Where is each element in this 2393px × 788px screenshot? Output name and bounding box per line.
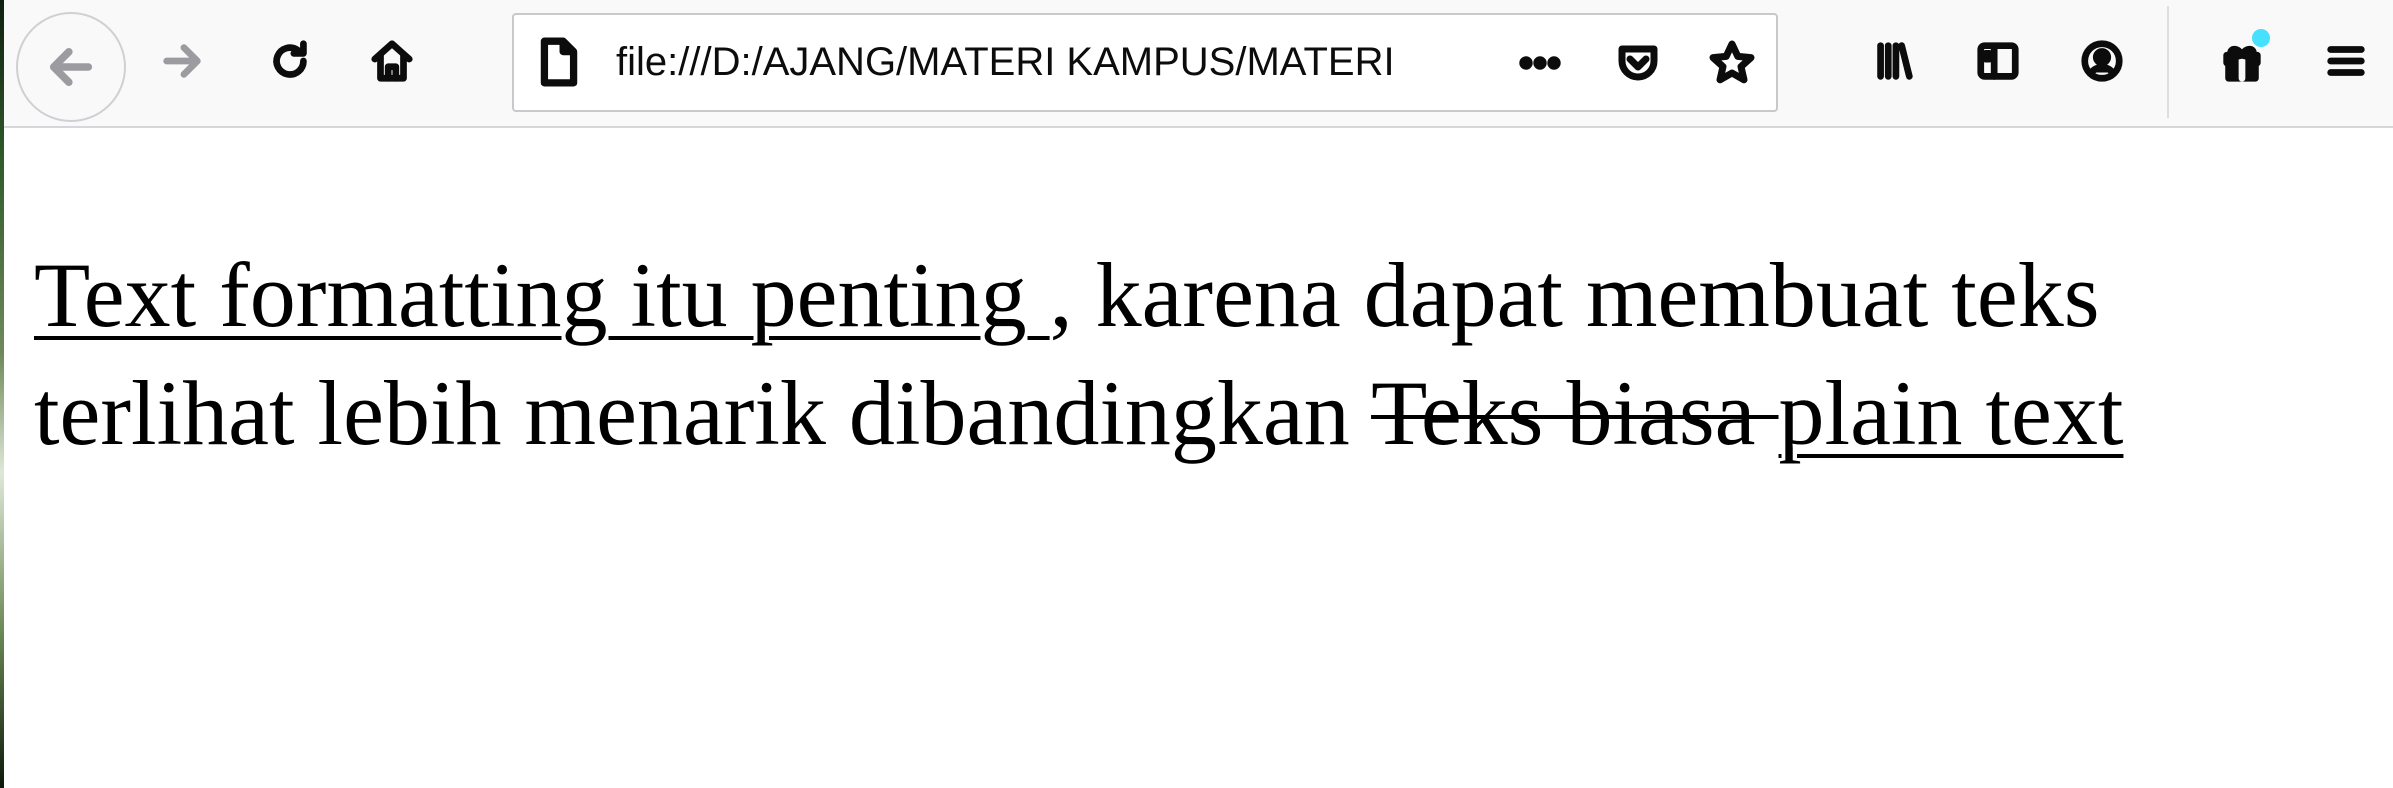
menu-button[interactable]	[2308, 23, 2384, 99]
home-icon	[371, 40, 413, 82]
underlined-phrase: Text formatting itu penting	[34, 244, 1050, 346]
star-icon[interactable]	[1702, 33, 1762, 93]
back-arrow-icon	[49, 48, 93, 86]
toolbar-divider	[2167, 6, 2169, 118]
sidebar-icon	[1977, 42, 2019, 80]
forward-arrow-icon	[163, 44, 201, 78]
page-icon	[534, 37, 584, 87]
whats-new-button[interactable]	[2204, 23, 2280, 99]
hamburger-menu-icon	[2327, 46, 2365, 76]
browser-toolbar: file:///D:/AJANG/MATERI KAMPUS/MATERI	[4, 0, 2393, 128]
reload-button[interactable]	[252, 23, 328, 99]
more-dots-icon[interactable]	[1510, 33, 1570, 93]
notification-dot	[2252, 29, 2270, 47]
sidebar-button[interactable]	[1960, 23, 2036, 99]
back-button[interactable]	[16, 12, 126, 122]
account-button[interactable]	[2064, 23, 2140, 99]
forward-button[interactable]	[144, 23, 220, 99]
home-button[interactable]	[354, 23, 430, 99]
reload-icon	[273, 40, 307, 78]
strikethrough-text: Teks biasa	[1371, 362, 1779, 464]
underlined-end-text: plain text	[1778, 362, 2124, 464]
page-content: Text formatting itu penting , karena dap…	[34, 236, 2364, 472]
library-icon	[1877, 42, 1913, 80]
url-text[interactable]: file:///D:/AJANG/MATERI KAMPUS/MATERI	[616, 15, 1606, 110]
library-button[interactable]	[1856, 23, 1932, 99]
address-bar[interactable]: file:///D:/AJANG/MATERI KAMPUS/MATERI	[512, 13, 1778, 112]
formatted-paragraph: Text formatting itu penting , karena dap…	[34, 236, 2364, 472]
account-icon	[2081, 40, 2123, 82]
pocket-icon[interactable]	[1608, 33, 1668, 93]
